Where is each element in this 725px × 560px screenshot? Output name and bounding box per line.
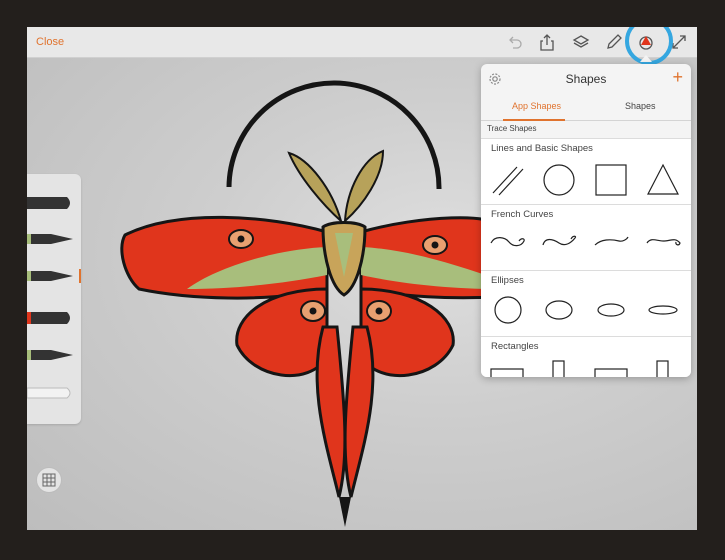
category-label: Rectangles (491, 341, 539, 352)
top-toolbar: Close (27, 27, 697, 58)
close-button[interactable]: Close (36, 36, 64, 48)
brush-taper-icon[interactable] (27, 348, 81, 362)
square-shape-icon[interactable] (594, 163, 628, 197)
ellipse-circle-shape-icon[interactable] (491, 295, 525, 325)
ellipse-wider-shape-icon[interactable] (594, 295, 628, 325)
category-label: French Curves (491, 209, 554, 220)
popover-caret (640, 55, 652, 62)
ellipse-wide-shape-icon[interactable] (542, 295, 576, 325)
shapes-panel-title: Shapes (565, 72, 607, 86)
curve-3-shape-icon[interactable] (593, 233, 631, 253)
curve-1-shape-icon[interactable] (489, 233, 527, 253)
brush-taper-green-icon[interactable] (27, 232, 81, 246)
brush-panel (27, 174, 81, 424)
brush-round-icon[interactable] (27, 196, 81, 210)
curve-4-shape-icon[interactable] (645, 233, 683, 253)
category-lines-basic: Lines and Basic Shapes (481, 138, 691, 204)
circle-shape-icon[interactable] (542, 163, 576, 197)
grid-icon (42, 473, 56, 487)
category-french-curves: French Curves (481, 204, 691, 270)
trace-shapes-label: Trace Shapes (487, 124, 537, 133)
shapes-tabs: App Shapes Shapes (481, 94, 691, 121)
rect-tall-2-shape-icon[interactable] (655, 359, 671, 377)
tab-shapes[interactable]: Shapes (625, 101, 656, 111)
tab-app-shapes[interactable]: App Shapes (512, 101, 561, 111)
category-label: Ellipses (491, 275, 524, 286)
rect-wide-shape-icon[interactable] (489, 367, 525, 377)
brush-red-icon[interactable] (27, 311, 81, 325)
category-label: Lines and Basic Shapes (491, 143, 593, 154)
curve-2-shape-icon[interactable] (541, 233, 579, 253)
canvas-screen[interactable]: Close Shapes + App Shapes Shapes Trace S… (27, 27, 697, 530)
lines-shape-icon[interactable] (491, 163, 525, 197)
shapes-panel-header: Shapes + (481, 64, 691, 94)
brush-taper-active-icon[interactable] (27, 269, 81, 283)
ellipse-flat-shape-icon[interactable] (646, 295, 680, 325)
layers-icon[interactable] (572, 33, 590, 51)
add-shape-button[interactable]: + (672, 67, 683, 88)
category-ellipses: Ellipses (481, 270, 691, 336)
category-rectangles: Rectangles (481, 336, 691, 377)
rect-tall-shape-icon[interactable] (551, 359, 567, 377)
tab-underline (503, 119, 565, 121)
shapes-panel: Shapes + App Shapes Shapes Trace Shapes … (481, 64, 691, 377)
triangle-shape-icon[interactable] (646, 163, 680, 197)
rect-wide-2-shape-icon[interactable] (593, 367, 629, 377)
share-icon[interactable] (538, 33, 556, 51)
grid-button[interactable] (36, 467, 62, 493)
pencil-icon[interactable] (605, 33, 623, 51)
undo-icon[interactable] (506, 33, 524, 51)
brush-eraser-icon[interactable] (27, 386, 81, 400)
